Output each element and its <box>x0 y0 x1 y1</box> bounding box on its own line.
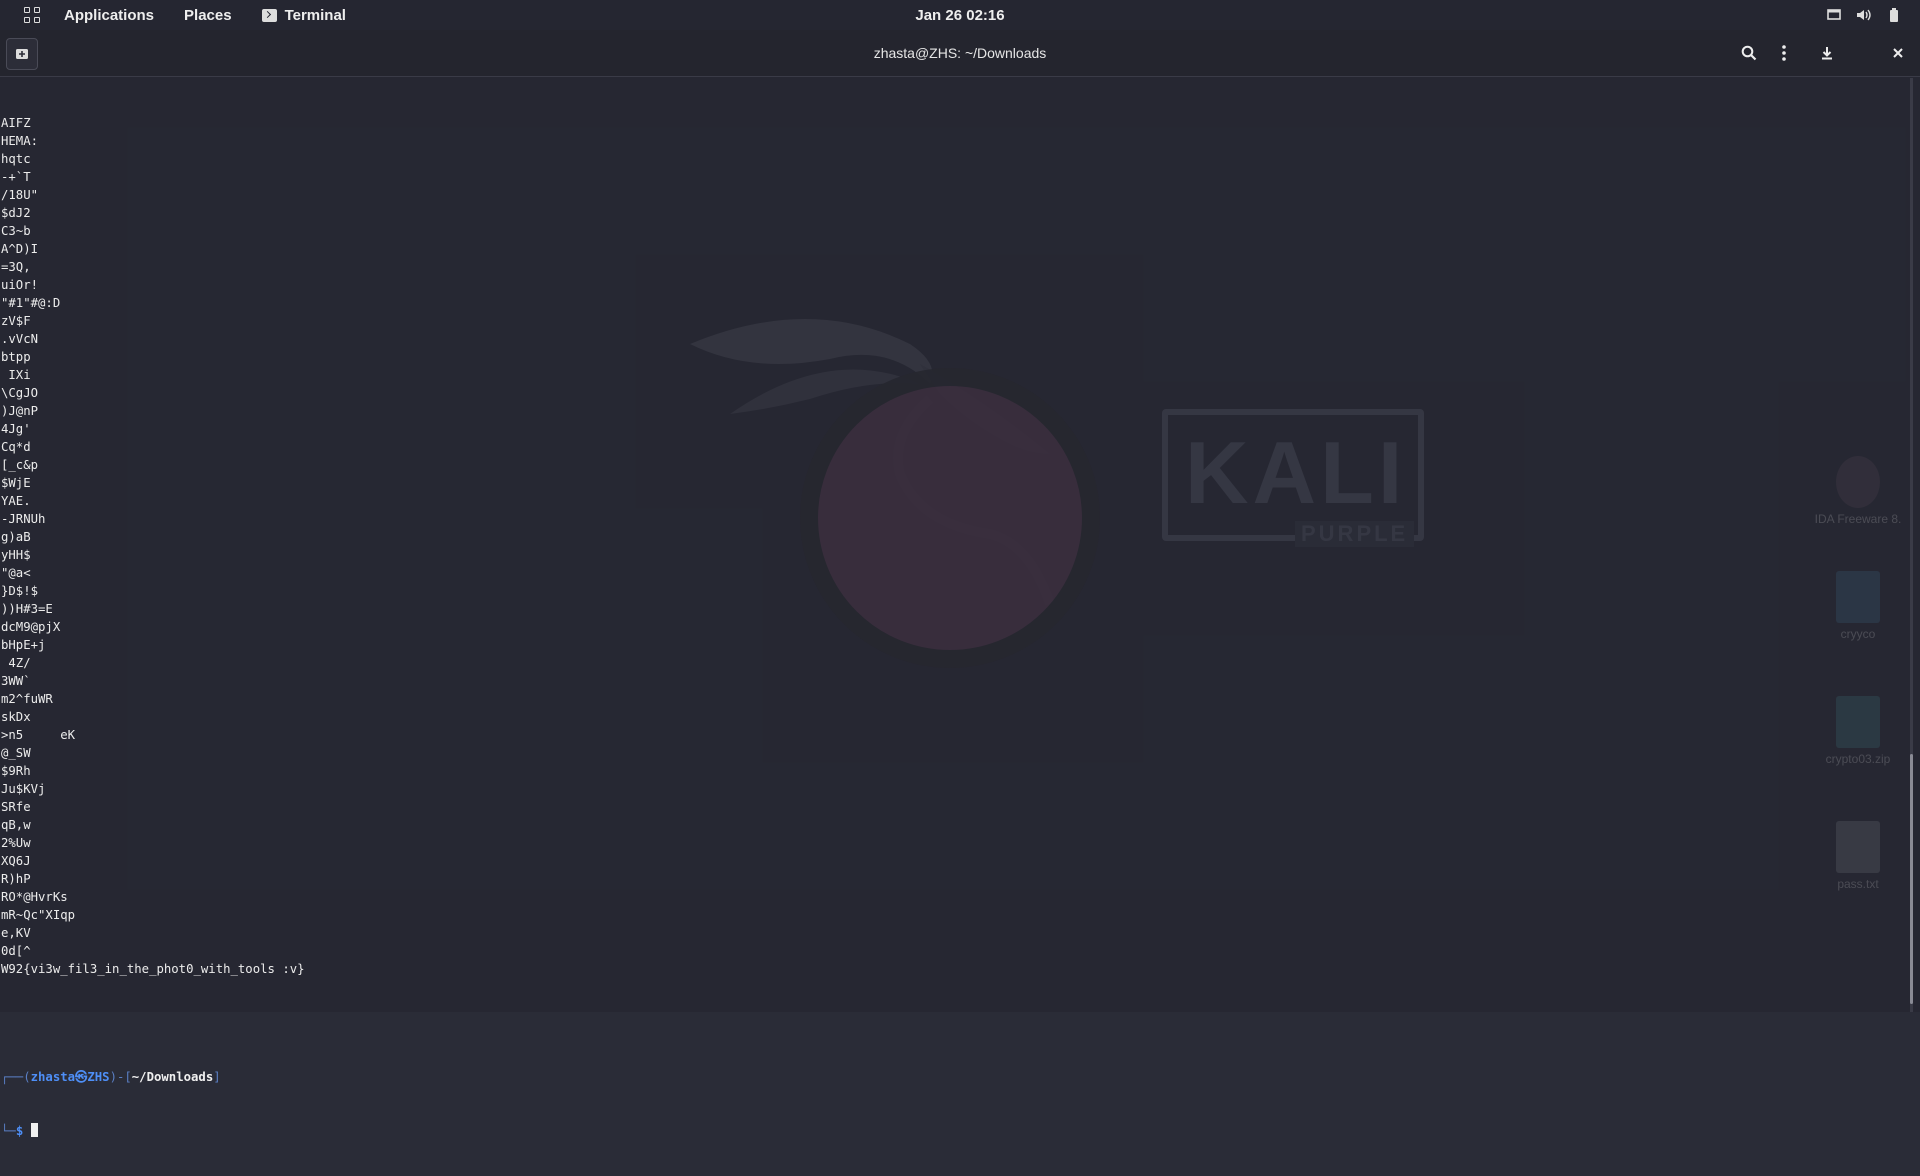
applications-menu-label: Applications <box>64 6 155 24</box>
battery-icon[interactable] <box>1886 7 1902 23</box>
terminal-line: 4Jg' <box>1 422 31 436</box>
terminal-line: $WjE <box>1 476 31 490</box>
terminal-line: \CgJO <box>1 386 39 400</box>
clock[interactable]: Jan 26 02:16 <box>915 7 1004 24</box>
kebab-menu-icon <box>1782 45 1786 61</box>
terminal-line: yHH$ <box>1 548 31 562</box>
terminal-line: g)aB <box>1 530 31 544</box>
terminal-line: @_SW <box>1 746 31 760</box>
terminal-line: HEMA: <box>1 134 39 148</box>
terminal-header-bar: zhasta@ZHS: ~/Downloads <box>0 30 1920 77</box>
terminal-output[interactable]: AIFZ HEMA: hqtc -+`T/18U" $dJ2 C3~b A^D)I =3Q, u… <box>1 78 1901 1176</box>
search-icon <box>1741 45 1757 61</box>
terminal-line: -+`T <box>1 170 31 184</box>
terminal-app-menu[interactable]: Terminal <box>261 6 346 24</box>
close-icon <box>1893 48 1903 58</box>
terminal-line: RO*@HvrKs <box>1 890 68 904</box>
close-button[interactable] <box>1887 42 1909 64</box>
terminal-line: XQ6J <box>1 854 31 868</box>
terminal-line: =3Q, <box>1 260 31 274</box>
terminal-line: "#1"#@:D <box>1 296 61 310</box>
prompt-path: ~/Downloads <box>131 1070 214 1084</box>
new-tab-button[interactable] <box>6 38 38 70</box>
prompt-line-2: └─$ <box>1 1122 1901 1140</box>
places-menu-label: Places <box>184 6 232 24</box>
terminal-line: SRfe <box>1 800 31 814</box>
terminal-line: uiOr! <box>1 278 39 292</box>
prompt-corner: ┌──( <box>1 1070 31 1084</box>
terminal-line: Cq*d <box>1 440 31 454</box>
terminal-line: m2^fuWR <box>1 692 53 706</box>
screen-icon[interactable] <box>1826 7 1842 23</box>
terminal-line: .vVcN <box>1 332 39 346</box>
terminal-line: W92{vi3w_fil3_in_the_phot0_with_tools :v… <box>1 962 305 976</box>
terminal-line: bHpE+j <box>1 638 46 652</box>
terminal-line: hqtc <box>1 152 31 166</box>
minimize-button[interactable] <box>1816 42 1838 64</box>
terminal-line: IXi <box>1 368 31 382</box>
terminal-line: 3WW` <box>1 674 31 688</box>
prompt-bracket: ] <box>213 1070 221 1084</box>
text-cursor <box>30 1123 38 1137</box>
places-menu[interactable]: Places <box>184 7 232 24</box>
download-icon <box>1822 47 1832 60</box>
volume-icon[interactable] <box>1856 7 1872 23</box>
terminal-line: Ju$KVj <box>1 782 46 796</box>
search-button[interactable] <box>1738 42 1760 64</box>
app-grid-icon <box>24 7 40 23</box>
system-tray <box>1826 0 1902 30</box>
applications-menu[interactable]: Applications <box>64 7 154 24</box>
terminal-line: mR~Qc"XIqp <box>1 908 76 922</box>
terminal-app-menu-label: Terminal <box>284 6 346 24</box>
terminal-line: $dJ2 <box>1 206 31 220</box>
terminal-line: }D$!$ <box>1 584 39 598</box>
terminal-line: dcM9@pjX <box>1 620 61 634</box>
terminal-line: skDx <box>1 710 31 724</box>
terminal-line: -JRNUh <box>1 512 46 526</box>
prompt-user-host: zhasta㉿ZHS <box>30 1070 110 1084</box>
prompt-line-1: ┌──(zhasta㉿ZHS)-[~/Downloads] <box>1 1068 1901 1086</box>
menu-button[interactable] <box>1773 42 1795 64</box>
terminal-line: 2%Uw <box>1 836 31 850</box>
terminal-line: A^D)I <box>1 242 39 256</box>
terminal-line: qB,w <box>1 818 31 832</box>
terminal-line: YAE. <box>1 494 31 508</box>
terminal-line: ))H#3=E <box>1 602 53 616</box>
terminal-line: 0d[^ <box>1 944 31 958</box>
terminal-line: C3~b <box>1 224 31 238</box>
terminal-line: )J@nP <box>1 404 39 418</box>
terminal-window: KALI PURPLE IDA Freeware 8. cryyco crypt… <box>0 30 1920 1138</box>
terminal-line: zV$F <box>1 314 31 328</box>
terminal-line: "@a< <box>1 566 31 580</box>
terminal-line: AIFZ <box>1 116 31 130</box>
terminal-line: btpp <box>1 350 31 364</box>
terminal-line: /18U" <box>1 188 39 202</box>
prompt-separator: )-[ <box>109 1070 132 1084</box>
top-panel: Applications Places Terminal Jan 26 02:1… <box>0 0 1920 30</box>
terminal-line: R)hP <box>1 872 31 886</box>
terminal-line: $9Rh <box>1 764 31 778</box>
scrollbar-thumb[interactable] <box>1910 754 1913 1004</box>
new-tab-icon <box>16 49 28 59</box>
terminal-line: 4Z/ <box>1 656 31 670</box>
terminal-icon <box>261 8 277 22</box>
prompt-corner: └─ <box>1 1124 16 1138</box>
terminal-line: >n5 eK <box>1 728 76 742</box>
app-grid-button[interactable] <box>0 0 64 30</box>
window-title: zhasta@ZHS: ~/Downloads <box>873 45 1047 61</box>
prompt-symbol: $ <box>15 1124 24 1138</box>
terminal-line: [_c&p <box>1 458 39 472</box>
terminal-line: e,KV <box>1 926 31 940</box>
